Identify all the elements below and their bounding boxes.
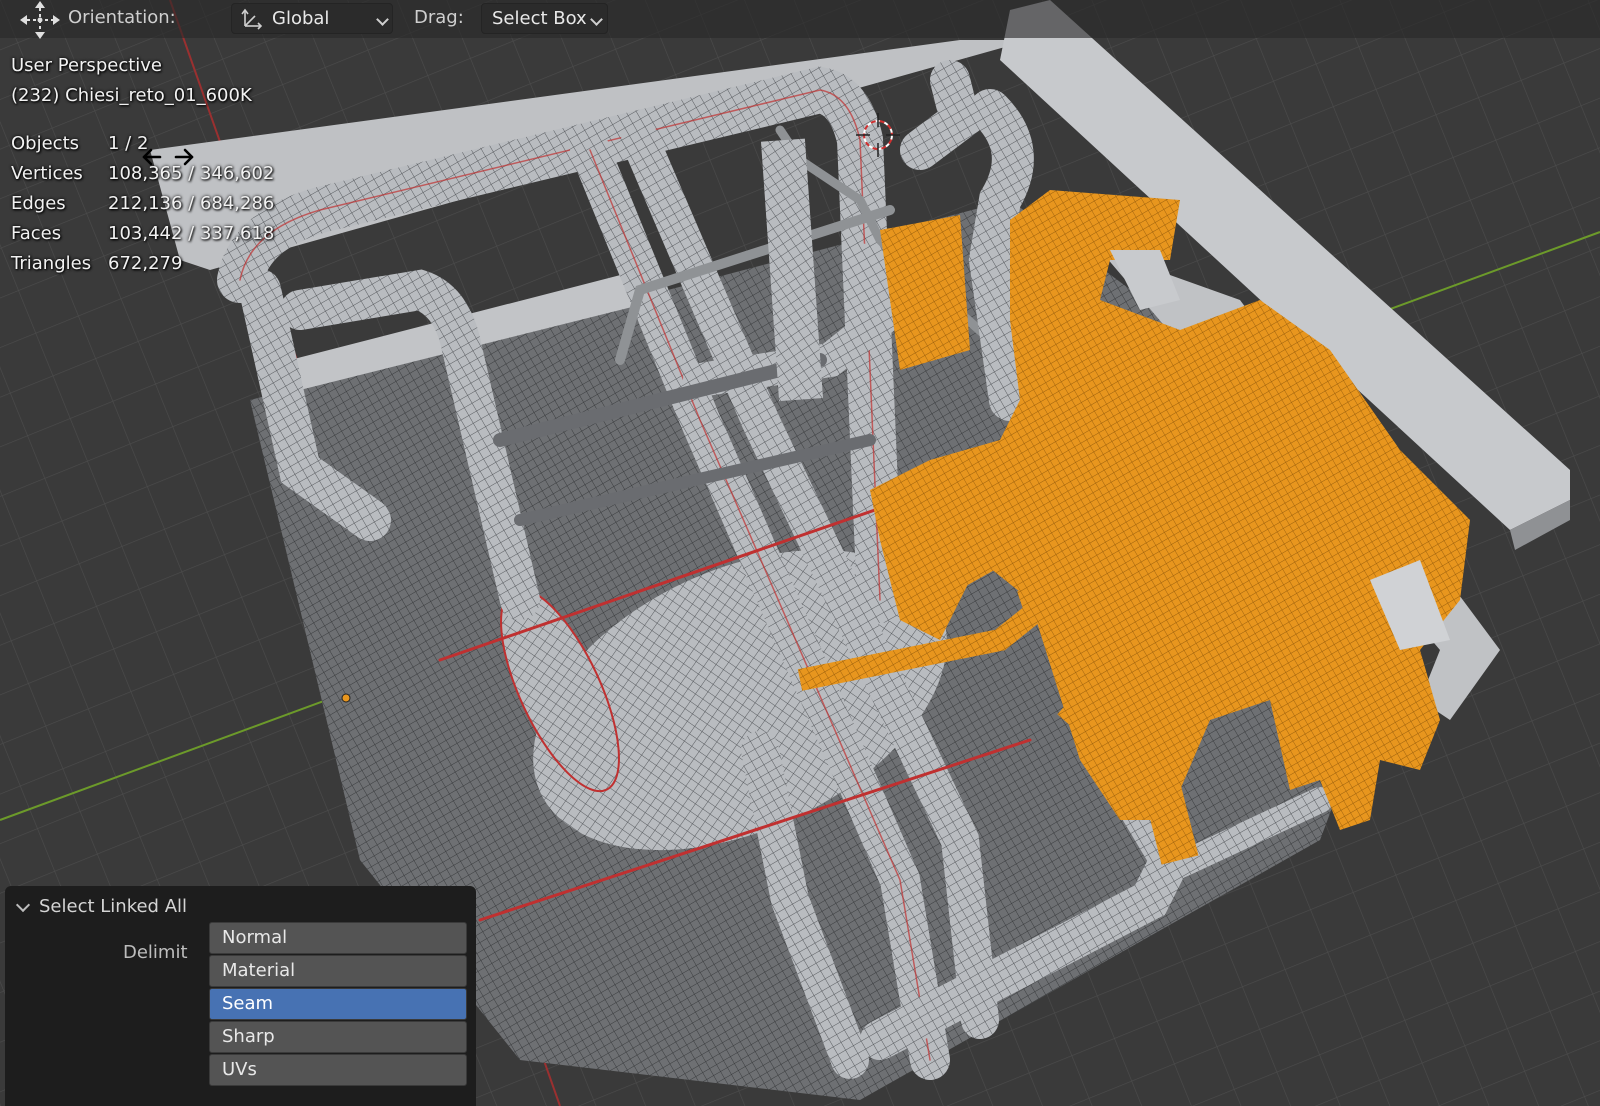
chevron-down-icon bbox=[590, 13, 603, 26]
stat-label: Edges bbox=[11, 193, 66, 214]
delimit-label: Delimit bbox=[123, 942, 188, 963]
object-origin-icon bbox=[341, 693, 351, 703]
stat-value: 672,279 bbox=[108, 253, 183, 274]
stat-label: Triangles bbox=[11, 253, 92, 274]
stat-value: 103,442 / 337,618 bbox=[108, 223, 275, 244]
drag-dropdown[interactable]: Select Box bbox=[481, 3, 608, 34]
delimit-option-material[interactable]: Material bbox=[209, 955, 467, 987]
orientation-label: Orientation: bbox=[68, 7, 176, 28]
active-object-name: (232) Chiesi_reto_01_600K bbox=[11, 85, 252, 106]
adjust-last-operation-panel: Select Linked All Delimit Normal Materia… bbox=[5, 886, 476, 1106]
panel-title[interactable]: Select Linked All bbox=[39, 896, 187, 917]
chevron-down-icon[interactable] bbox=[15, 897, 31, 913]
view-name: User Perspective bbox=[11, 55, 162, 76]
orientation-dropdown[interactable]: Global bbox=[231, 3, 393, 34]
stat-label: Faces bbox=[11, 223, 62, 244]
viewport-header: Orientation: Global Drag: Select Box bbox=[0, 0, 1600, 40]
orientation-value: Global bbox=[272, 8, 330, 29]
stat-label: Vertices bbox=[11, 163, 83, 184]
transform-move-icon[interactable] bbox=[18, 0, 62, 40]
delimit-option-normal[interactable]: Normal bbox=[209, 922, 467, 954]
resize-cursor-icon bbox=[142, 148, 194, 166]
delimit-option-uvs[interactable]: UVs bbox=[209, 1054, 467, 1086]
stat-label: Objects bbox=[11, 133, 80, 154]
stat-value: 212,136 / 684,286 bbox=[108, 193, 275, 214]
delimit-option-seam[interactable]: Seam bbox=[209, 988, 467, 1020]
drag-value: Select Box bbox=[492, 8, 587, 29]
chevron-down-icon bbox=[376, 13, 389, 26]
delimit-option-sharp[interactable]: Sharp bbox=[209, 1021, 467, 1053]
drag-label: Drag: bbox=[414, 7, 464, 28]
orientation-axes-icon bbox=[241, 8, 263, 30]
